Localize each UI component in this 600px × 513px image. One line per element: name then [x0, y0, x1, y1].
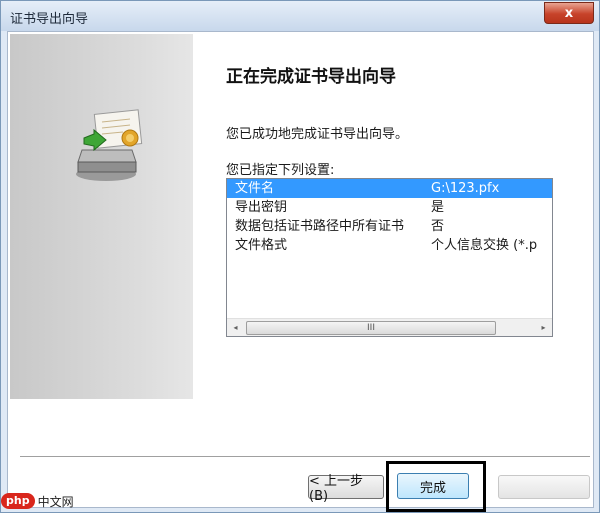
button-separator [20, 456, 590, 458]
setting-value: 否 [431, 219, 445, 234]
page-title: 正在完成证书导出向导 [226, 67, 396, 87]
close-button[interactable]: x [544, 2, 594, 24]
watermark-text: 中文网 [37, 494, 74, 509]
setting-name: 文件格式 [235, 238, 288, 253]
wizard-side-panel [10, 34, 193, 399]
window-title: 证书导出向导 [10, 12, 89, 27]
settings-list[interactable]: 文件名 G:\123.pfx 导出密钥 是 数据包括证书路径中所有证书 否 文件… [226, 178, 553, 337]
setting-value: 是 [431, 200, 445, 215]
setting-value: 个人信息交换 (*.p [431, 238, 538, 253]
watermark-logo: php [1, 493, 35, 509]
list-item[interactable]: 数据包括证书路径中所有证书 否 [227, 217, 552, 236]
highlight-annotation [386, 461, 486, 512]
wizard-window: 证书导出向导 x 正在完成证书导出向导 您已成功地完成证书导出向导。 您已指定下… [0, 0, 600, 513]
list-item[interactable]: 文件格式 个人信息交换 (*.p [227, 236, 552, 255]
scroll-left-icon[interactable]: ◂ [227, 319, 244, 336]
certificate-export-icon [76, 109, 143, 181]
settings-label: 您已指定下列设置: [226, 163, 335, 178]
wizard-content: 正在完成证书导出向导 您已成功地完成证书导出向导。 您已指定下列设置: 文件名 … [7, 31, 594, 512]
title-bar[interactable]: 证书导出向导 x [1, 1, 599, 31]
close-icon: x [564, 5, 574, 21]
setting-name: 导出密钥 [235, 200, 288, 215]
horizontal-scrollbar[interactable]: ◂ III ▸ [227, 318, 552, 336]
cancel-button[interactable] [498, 475, 590, 499]
setting-value: G:\123.pfx [431, 181, 500, 196]
list-item[interactable]: 导出密钥 是 [227, 198, 552, 217]
scroll-thumb[interactable]: III [246, 321, 496, 335]
success-message: 您已成功地完成证书导出向导。 [226, 127, 409, 142]
watermark: php 中文网 [1, 491, 74, 511]
setting-name: 文件名 [235, 181, 275, 196]
back-button[interactable]: < 上一步 (B) [308, 474, 384, 504]
setting-name: 数据包括证书路径中所有证书 [235, 219, 405, 234]
grip-icon: III [367, 323, 375, 333]
scroll-right-icon[interactable]: ▸ [535, 319, 552, 336]
list-item[interactable]: 文件名 G:\123.pfx [227, 179, 552, 198]
